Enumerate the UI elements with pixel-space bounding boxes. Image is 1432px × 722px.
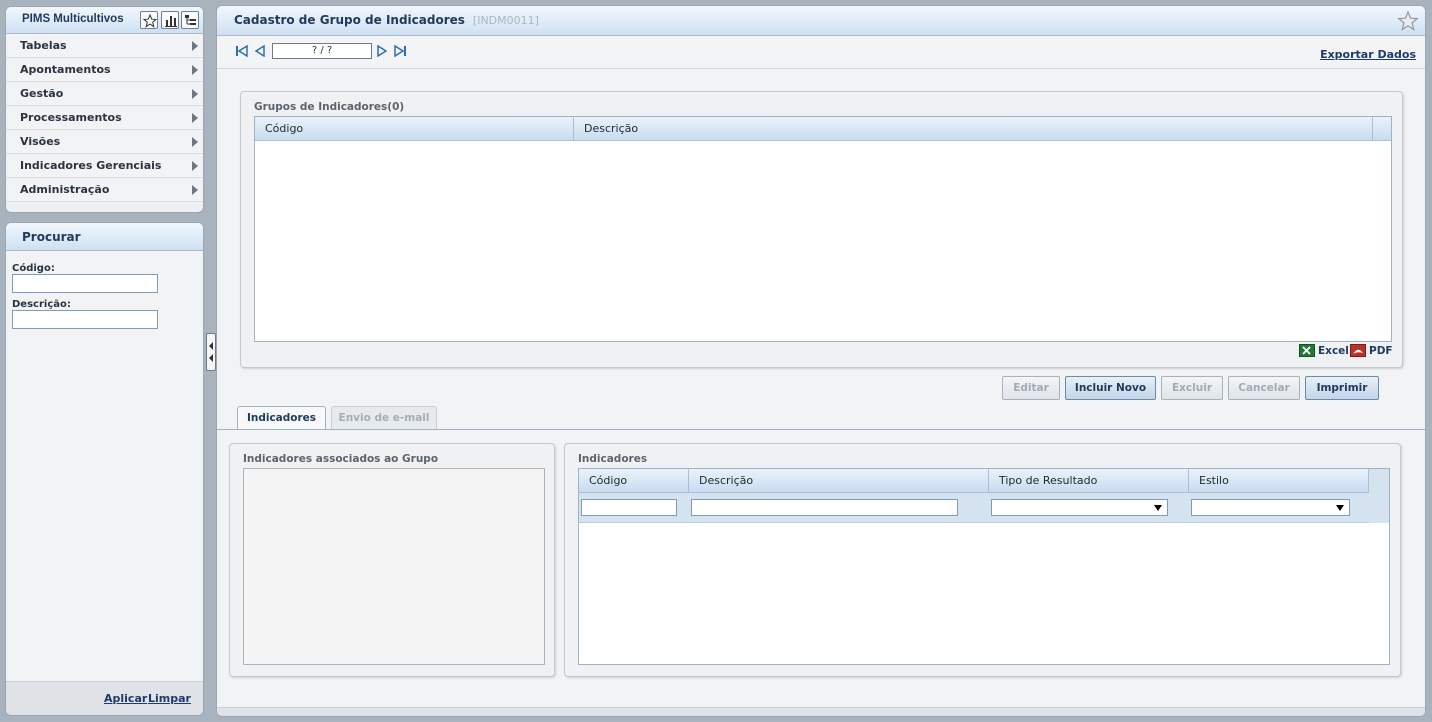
groups-panel: Grupos de Indicadores(0) Código Descriçã… [240,91,1403,368]
cancel-button[interactable]: Cancelar [1228,376,1300,400]
filter-estilo-select[interactable] [1191,499,1350,516]
menu-item-indicadores-gerenciais[interactable]: Indicadores Gerenciais [6,154,203,178]
favorites-star-icon[interactable] [140,11,158,29]
menu-item-label: Processamentos [20,111,122,124]
collapse-arrows-icon [209,342,213,362]
menu-item-administracao[interactable]: Administração [6,178,203,202]
column-estilo[interactable]: Estilo [1189,469,1369,493]
pager-display[interactable]: ? / ? [272,43,372,59]
groups-grid: Código Descrição [254,116,1392,342]
excel-icon [1299,344,1315,357]
collapse-sidebar-handle[interactable] [206,333,216,371]
delete-button[interactable]: Excluir [1161,376,1223,400]
chevron-right-icon [192,41,198,51]
search-footer: Aplicar Limpar [6,681,203,715]
page-title: Cadastro de Grupo de Indicadores [INDM001… [234,13,539,27]
add-new-button[interactable]: Incluir Novo [1065,376,1156,400]
menu-item-processamentos[interactable]: Processamentos [6,106,203,130]
descricao-label: Descrição: [12,299,71,310]
tab-indicadores[interactable]: Indicadores [237,406,326,430]
tree-list-icon[interactable] [181,11,199,29]
filter-tipo-select[interactable] [991,499,1168,516]
menu-item-label: Apontamentos [20,63,111,76]
app-title: PIMS Multicultivos [22,13,124,25]
chevron-right-icon [192,65,198,75]
filter-codigo-input[interactable] [581,499,677,516]
main-header: Cadastro de Grupo de Indicadores [INDM001… [217,6,1425,36]
menu-item-label: Indicadores Gerenciais [20,159,162,172]
edit-button[interactable]: Editar [1002,376,1060,400]
menu-item-visoes[interactable]: Visões [6,130,203,154]
indicators-grid: Código Descrição Tipo de Resultado Estil… [578,468,1390,665]
menu-header: PIMS Multicultivos [6,7,203,34]
main-panel: Cadastro de Grupo de Indicadores [INDM001… [216,5,1426,717]
groups-title: Grupos de Indicadores(0) [254,101,405,113]
export-pdf-button[interactable]: PDF [1350,344,1393,357]
filter-row [579,493,1389,523]
pdf-label: PDF [1369,344,1393,357]
menu-item-label: Gestão [20,87,64,100]
menu-item-apontamentos[interactable]: Apontamentos [6,58,203,82]
navigation-toolbar: ? / ? Exportar Dados [217,37,1425,69]
bar-chart-icon[interactable] [161,11,179,29]
apply-link[interactable]: Aplicar [104,692,147,705]
codigo-label: Código: [12,263,55,274]
next-record-icon[interactable] [377,45,387,57]
search-panel: Procurar Código: Descrição: Aplicar Limp… [5,222,204,716]
chevron-right-icon [192,185,198,195]
chevron-right-icon [192,113,198,123]
favorite-star-icon[interactable] [1397,10,1419,32]
chevron-right-icon [192,137,198,147]
main-menu-panel: PIMS Multicultivos Tabelas Apontamentos … [5,6,204,213]
print-button[interactable]: Imprimir [1305,376,1379,400]
last-record-icon[interactable] [394,45,407,57]
associated-indicators-list[interactable] [243,468,545,665]
indicators-grid-header: Código Descrição Tipo de Resultado Estil… [579,469,1389,493]
column-descricao[interactable]: Descrição [689,469,989,493]
page-title-text: Cadastro de Grupo de Indicadores [234,13,465,27]
search-header: Procurar [6,223,203,251]
tab-envio-email[interactable]: Envio de e-mail [331,406,437,429]
excel-label: Excel [1318,344,1349,357]
search-title: Procurar [22,230,81,244]
export-excel-button[interactable]: Excel [1299,344,1349,357]
search-codigo-input[interactable] [12,274,158,293]
indicators-title: Indicadores [578,453,648,465]
menu-item-label: Visões [20,135,61,148]
search-descricao-input[interactable] [12,310,158,329]
indicators-panel: Indicadores Código Descrição Tipo de Res… [564,443,1401,677]
column-codigo[interactable]: Código [255,117,574,141]
associated-indicators-panel: Indicadores associados ao Grupo [229,443,555,677]
chevron-right-icon [192,89,198,99]
associated-title: Indicadores associados ao Grupo [243,453,439,465]
filter-descricao-input[interactable] [691,499,958,516]
column-tipo-resultado[interactable]: Tipo de Resultado [989,469,1189,493]
menu-item-tabelas[interactable]: Tabelas [6,34,203,58]
menu-item-label: Administração [20,183,110,196]
previous-record-icon[interactable] [255,45,265,57]
dropdown-caret-icon [1336,505,1344,511]
grid-scroll-corner [1369,469,1389,523]
first-record-icon[interactable] [235,45,248,57]
chevron-right-icon [192,161,198,171]
column-descricao[interactable]: Descrição [574,117,1373,141]
tab-divider [217,429,1425,430]
clear-link[interactable]: Limpar [148,692,191,705]
export-data-link[interactable]: Exportar Dados [1320,48,1416,61]
menu-item-label: Tabelas [20,39,67,52]
column-codigo[interactable]: Código [579,469,689,493]
page-code: [INDM0011] [472,14,539,27]
dropdown-caret-icon [1154,505,1162,511]
menu-item-gestao[interactable]: Gestão [6,82,203,106]
pdf-icon [1350,344,1366,357]
groups-grid-header: Código Descrição [255,117,1391,141]
main-footer [217,707,1425,716]
